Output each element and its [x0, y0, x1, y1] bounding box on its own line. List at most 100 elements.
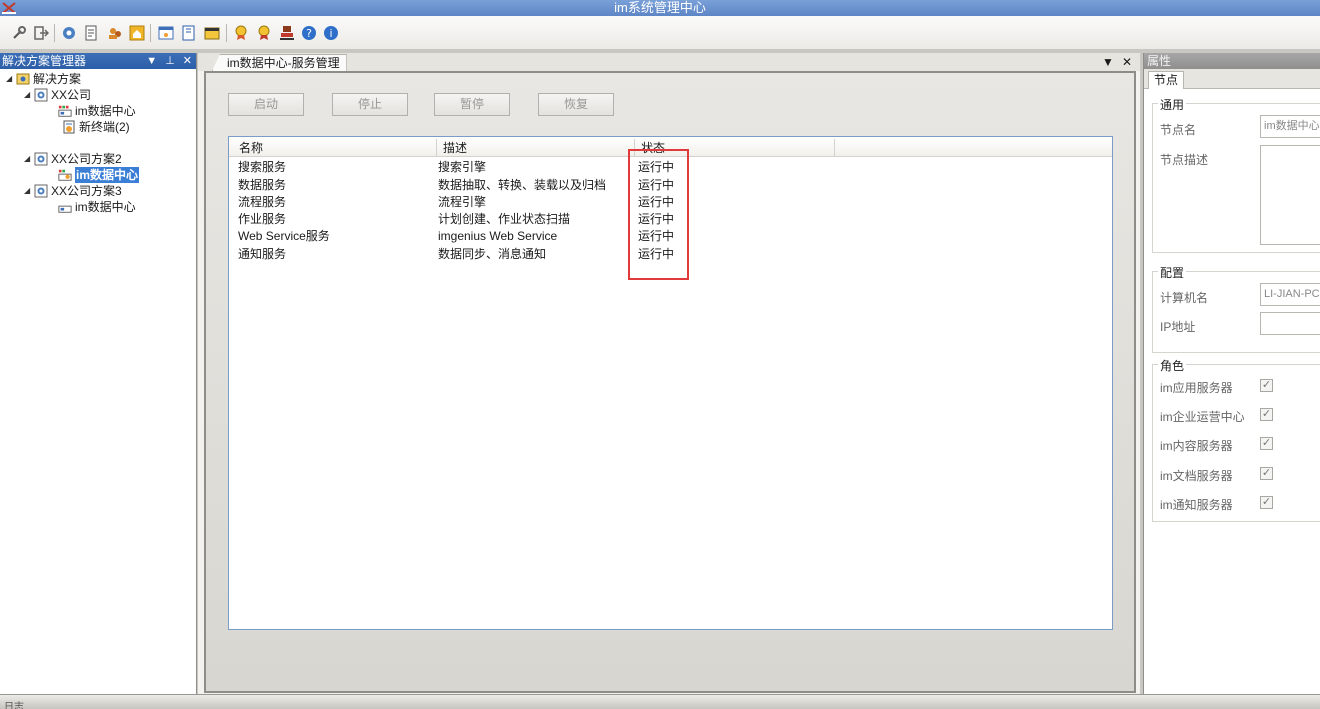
node-desc-field[interactable] — [1260, 145, 1320, 245]
tree-label: 新终端(2) — [79, 120, 130, 134]
status-bar: 日志 — [0, 694, 1320, 709]
role-label: im应用服务器 — [1160, 381, 1233, 395]
service-management-panel: 启动 停止 暂停 恢复 名称 描述 状态 搜索服务 搜索引擎 运行中 数据服务 … — [204, 71, 1136, 693]
close-icon[interactable]: ✕ — [1122, 55, 1132, 69]
tree-node-datacenter[interactable]: im数据中心 — [58, 103, 136, 119]
svg-text:?: ? — [306, 27, 312, 40]
tree-label: 解决方案 — [33, 72, 82, 86]
pause-button[interactable]: 暂停 — [434, 93, 510, 116]
solution-explorer: 解决方案管理器 ▼ ⊥ ✕ ◢ 解决方案 ◢ XX公司 im数据中心 新终端(2… — [0, 53, 197, 694]
tree-node-terminal[interactable]: 新终端(2) — [62, 119, 130, 135]
properties-panel: 属性 节点 通用 节点名 im数据中心 节点描述 配置 计算机名 LI-JIAN… — [1143, 53, 1320, 694]
cell-desc: imgenius Web Service — [438, 229, 558, 243]
tree-label: XX公司方案2 — [51, 152, 122, 166]
users-icon[interactable] — [106, 24, 124, 42]
cell-desc: 数据抽取、转换、装载以及归档 — [438, 178, 607, 192]
column-header-desc[interactable]: 描述 — [437, 139, 635, 157]
tab-node[interactable]: 节点 — [1148, 71, 1184, 90]
dropdown-icon[interactable]: ▼ — [1102, 55, 1114, 69]
resume-button[interactable]: 恢复 — [538, 93, 614, 116]
properties-title: 属性 — [1144, 53, 1320, 69]
main-toolbar: ? i — [0, 16, 1320, 50]
tree-label: im数据中心 — [75, 104, 136, 118]
document-area: im数据中心-服务管理 ▼ ✕ 启动 停止 暂停 恢复 名称 描述 状态 搜索服… — [198, 53, 1140, 694]
column-header-name[interactable]: 名称 — [233, 139, 437, 157]
document-tabstrip: im数据中心-服务管理 ▼ ✕ — [198, 53, 1140, 71]
stop-button[interactable]: 停止 — [332, 93, 408, 116]
cell-desc: 搜索引擎 — [438, 160, 487, 174]
role-checkbox[interactable]: ✓ — [1260, 437, 1273, 450]
group-title: 配置 — [1158, 264, 1187, 281]
role-checkbox[interactable]: ✓ — [1260, 467, 1273, 480]
exit-icon[interactable] — [32, 24, 50, 42]
bookmark-icon[interactable] — [180, 24, 198, 42]
cell-desc: 计划创建、作业状态扫描 — [438, 212, 571, 226]
award-icon[interactable] — [232, 24, 250, 42]
tab-service-management[interactable]: im数据中心-服务管理 — [212, 54, 347, 71]
title-bar: im系统管理中心 — [0, 0, 1320, 16]
stamp-icon[interactable] — [278, 24, 296, 42]
info-icon[interactable]: i — [322, 24, 340, 42]
tree-node-company2[interactable]: ◢ XX公司方案2 — [24, 151, 122, 167]
start-button[interactable]: 启动 — [228, 93, 304, 116]
tree-label: im数据中心 — [75, 167, 140, 183]
tree-node-company3[interactable]: ◢ XX公司方案3 — [24, 183, 122, 199]
expand-arrow-icon[interactable]: ◢ — [6, 71, 16, 87]
tool-icon[interactable] — [10, 24, 28, 42]
company-gear-icon — [34, 88, 48, 102]
cell-name: 通知服务 — [238, 247, 287, 261]
help-icon[interactable]: ? — [300, 24, 318, 42]
role-checkbox[interactable]: ✓ — [1260, 379, 1273, 392]
role-label: im企业运营中心 — [1160, 410, 1245, 424]
status-text: 日志 — [4, 702, 24, 709]
tree-node-company1[interactable]: ◢ XX公司 — [24, 87, 91, 103]
computer-name-field[interactable]: LI-JIAN-PC — [1260, 283, 1320, 306]
node-desc-label: 节点描述 — [1160, 153, 1209, 167]
document-icon[interactable] — [82, 24, 100, 42]
cell-name: 数据服务 — [238, 178, 287, 192]
explorer-title: 解决方案管理器 — [2, 54, 87, 68]
window-icon[interactable] — [157, 24, 175, 42]
group-title: 通用 — [1158, 96, 1187, 113]
service-grid: 名称 描述 状态 搜索服务 搜索引擎 运行中 数据服务 数据抽取、转换、装载以及… — [228, 136, 1113, 630]
cell-desc: 数据同步、消息通知 — [438, 247, 547, 261]
expand-arrow-icon[interactable]: ◢ — [24, 151, 34, 167]
cell-desc: 流程引擎 — [438, 195, 487, 209]
properties-tabstrip: 节点 — [1144, 69, 1320, 90]
solution-icon — [16, 72, 30, 86]
datacenter-icon — [58, 200, 72, 214]
node-name-label: 节点名 — [1160, 123, 1197, 137]
terminal-icon — [62, 120, 76, 134]
role-checkbox[interactable]: ✓ — [1260, 408, 1273, 421]
calendar-icon[interactable] — [203, 24, 221, 42]
cell-name: 流程服务 — [238, 195, 287, 209]
expand-arrow-icon[interactable]: ◢ — [24, 183, 34, 199]
cell-name: 搜索服务 — [238, 160, 287, 174]
role-label: im文档服务器 — [1160, 469, 1233, 483]
gear-icon[interactable] — [60, 24, 78, 42]
company-gear-icon — [34, 152, 48, 166]
cell-name: 作业服务 — [238, 212, 287, 226]
tree-node-datacenter[interactable]: im数据中心 — [58, 199, 136, 215]
tree-node-datacenter-selected[interactable]: im数据中心 — [58, 167, 140, 183]
home-icon[interactable] — [128, 24, 146, 42]
computer-name-label: 计算机名 — [1160, 291, 1209, 305]
close-icon[interactable]: ✕ — [183, 53, 192, 69]
node-name-field[interactable]: im数据中心 — [1260, 115, 1320, 138]
expand-arrow-icon[interactable]: ◢ — [24, 87, 34, 103]
window-title: im系统管理中心 — [614, 0, 706, 15]
role-label: im通知服务器 — [1160, 498, 1233, 512]
datacenter-icon — [58, 104, 72, 118]
svg-text:i: i — [329, 27, 332, 40]
ip-address-field[interactable] — [1260, 312, 1320, 335]
tree-node-root[interactable]: ◢ 解决方案 — [6, 71, 81, 87]
dropdown-icon[interactable]: ▼ — [146, 53, 157, 69]
pin-icon[interactable]: ⊥ — [165, 53, 175, 69]
tree-label: im数据中心 — [75, 200, 136, 214]
role-checkbox[interactable]: ✓ — [1260, 496, 1273, 509]
properties-content: 通用 节点名 im数据中心 节点描述 配置 计算机名 LI-JIAN-PC IP… — [1144, 89, 1320, 694]
award-star-icon[interactable] — [255, 24, 273, 42]
company-gear-icon — [34, 184, 48, 198]
status-highlight-box — [628, 149, 689, 280]
explorer-header: 解决方案管理器 ▼ ⊥ ✕ — [0, 53, 196, 69]
